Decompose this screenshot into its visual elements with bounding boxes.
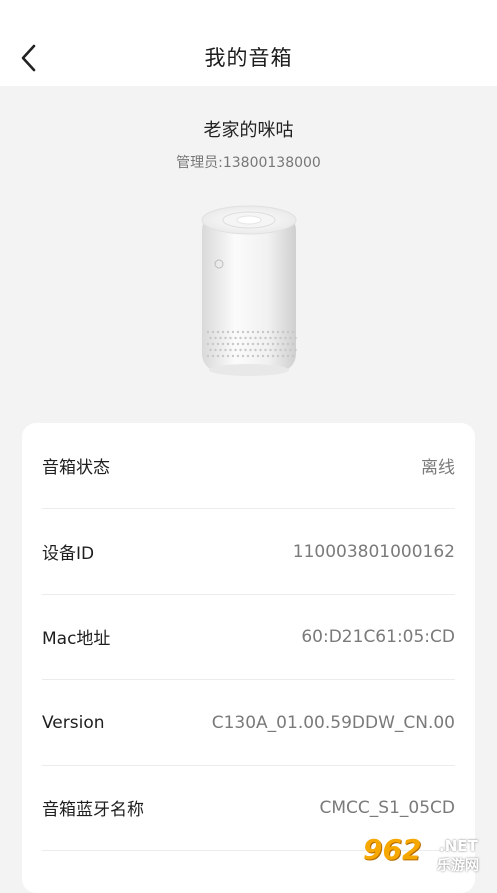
row-device-id: 设备ID 110003801000162 xyxy=(42,509,455,595)
row-value: CMCC_S1_05CD xyxy=(319,797,455,818)
page-title: 我的音箱 xyxy=(204,46,293,70)
device-name: 老家的咪咕 xyxy=(203,120,294,141)
row-label: Mac地址 xyxy=(42,629,111,649)
row-value: 离线 xyxy=(421,458,455,478)
info-card: 音箱状态 离线 设备ID 110003801000162 Mac地址 60:D2… xyxy=(22,423,475,893)
watermark-logo: 962 .NET 乐游网 xyxy=(363,833,491,875)
row-version: Version C130A_01.00.59DDW_CN.00 xyxy=(42,680,455,766)
top-bar: 我的音箱 xyxy=(0,0,497,86)
admin-phone: 管理员:13800138000 xyxy=(176,155,321,171)
speaker-image xyxy=(201,205,297,376)
row-value: 60:D21C61:05:CD xyxy=(301,626,455,647)
watermark-site: 乐游网 xyxy=(437,858,479,874)
row-label: 设备ID xyxy=(42,544,95,564)
row-label: 音箱蓝牙名称 xyxy=(42,800,144,820)
row-value: 110003801000162 xyxy=(292,541,455,562)
watermark-number: 962 xyxy=(363,833,422,866)
watermark-net: .NET xyxy=(439,837,478,855)
row-label: Version xyxy=(42,712,105,733)
row-mac-address: Mac地址 60:D21C61:05:CD xyxy=(42,594,455,680)
row-value: C130A_01.00.59DDW_CN.00 xyxy=(211,712,455,733)
row-speaker-status: 音箱状态 离线 xyxy=(42,423,455,509)
row-label: 音箱状态 xyxy=(42,458,110,478)
